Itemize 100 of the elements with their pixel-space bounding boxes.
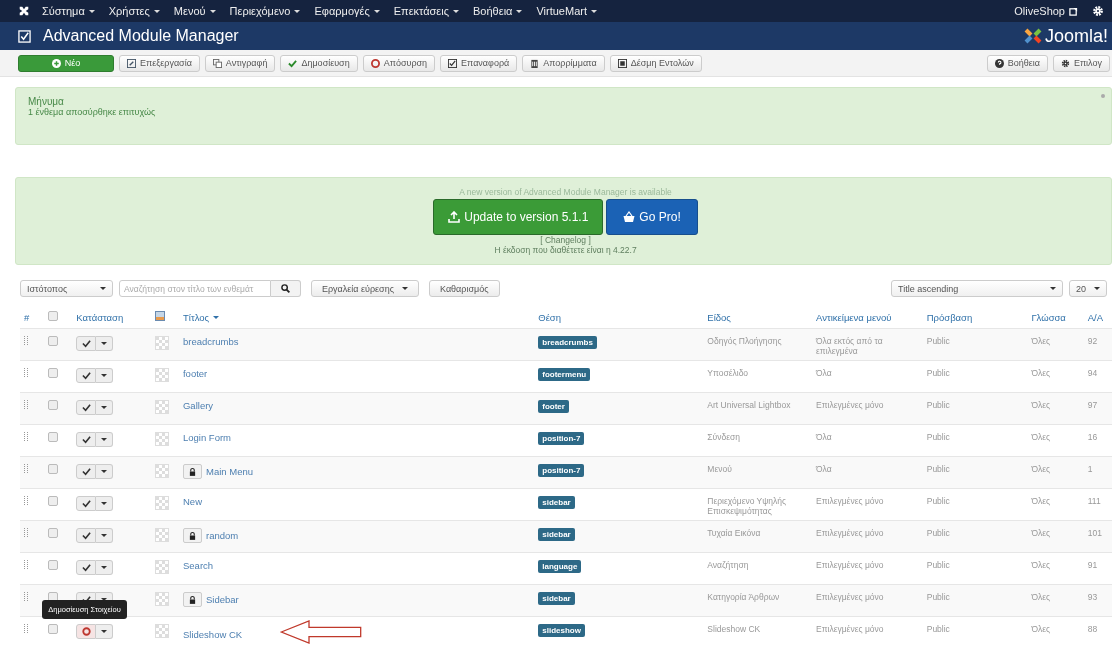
module-title-link[interactable]: Main Menu xyxy=(206,466,253,477)
menu-item[interactable]: VirtueMart xyxy=(536,5,597,17)
status-dropdown-button[interactable] xyxy=(96,528,114,543)
site-link[interactable]: OliveShop xyxy=(1014,5,1065,17)
row-checkbox[interactable] xyxy=(48,528,59,538)
status-dropdown-button[interactable] xyxy=(96,432,114,447)
status-toggle[interactable] xyxy=(76,432,97,447)
status-toggle[interactable] xyxy=(76,496,97,511)
menu-assignment: Επιλεγμένες μόνο xyxy=(816,528,884,538)
toolbar-button[interactable]: Επεξεργασία xyxy=(119,54,200,72)
status-dropdown-button[interactable] xyxy=(96,336,114,351)
module-title-link[interactable]: Gallery xyxy=(183,400,214,411)
checked-out-lock-button[interactable] xyxy=(183,592,202,607)
ordering-select[interactable]: Title ascending xyxy=(891,280,1063,297)
module-title-link[interactable]: Search xyxy=(183,560,214,571)
module-title-link[interactable]: Slideshow CK xyxy=(183,628,243,640)
status-dropdown-button[interactable] xyxy=(96,624,114,639)
drag-handle-icon[interactable] xyxy=(24,560,28,569)
drag-handle-icon[interactable] xyxy=(24,592,28,601)
row-checkbox[interactable] xyxy=(48,464,59,474)
drag-handle-icon[interactable] xyxy=(24,528,28,537)
select-all-checkbox[interactable] xyxy=(48,311,59,321)
status-dropdown-button[interactable] xyxy=(96,464,114,479)
status-toggle[interactable] xyxy=(76,400,97,415)
search-field[interactable]: Αναζήτηση στον τίτλο των ενθεμάτ xyxy=(119,280,271,297)
status-dropdown-button[interactable] xyxy=(96,368,114,383)
column-header[interactable]: Τίτλος xyxy=(183,311,220,323)
color-column-icon[interactable] xyxy=(154,311,165,321)
status-toggle[interactable] xyxy=(76,464,97,479)
menu-item[interactable]: Βοήθεια xyxy=(473,5,523,17)
status-toggle[interactable] xyxy=(76,336,97,351)
go-pro-button[interactable]: Go Pro! xyxy=(606,199,698,235)
drag-handle-icon[interactable] xyxy=(24,496,28,505)
update-button[interactable]: Update to version 5.1.1 xyxy=(433,199,604,235)
menu-item[interactable]: Εφαρμογές xyxy=(314,5,380,17)
row-checkbox[interactable] xyxy=(48,368,59,378)
column-header[interactable]: Πρόσβαση xyxy=(926,311,973,323)
search-tools-button[interactable]: Εργαλεία εύρεσης xyxy=(311,280,419,297)
checked-out-lock-button[interactable] xyxy=(183,528,202,543)
drag-handle-icon[interactable] xyxy=(24,400,28,409)
drag-handle-icon[interactable] xyxy=(24,368,28,377)
toolbar-button[interactable]: Βοήθεια xyxy=(986,54,1048,72)
status-dropdown-button[interactable] xyxy=(96,560,114,575)
column-header[interactable]: Θέση xyxy=(538,311,562,323)
changelog-link[interactable]: [ Changelog ] xyxy=(540,235,591,245)
status-dropdown-button[interactable] xyxy=(96,400,114,415)
caret-icon xyxy=(1050,287,1056,290)
column-header[interactable]: Αντικείμενα μενού xyxy=(816,311,892,323)
row-checkbox[interactable] xyxy=(48,336,59,346)
status-toggle[interactable] xyxy=(76,368,97,383)
toolbar-button[interactable]: Επαναφορά xyxy=(440,54,518,72)
toolbar-button[interactable]: Δημοσίευση xyxy=(280,54,358,72)
module-id: 94 xyxy=(1087,368,1098,378)
check-icon xyxy=(81,435,91,444)
row-checkbox[interactable] xyxy=(48,560,59,570)
drag-handle-icon[interactable] xyxy=(24,336,28,345)
toolbar-button[interactable]: Επιλογ xyxy=(1052,54,1110,72)
column-header[interactable]: Κατάσταση xyxy=(76,311,124,323)
row-checkbox[interactable] xyxy=(48,432,59,442)
settings-icon xyxy=(1060,58,1070,68)
toolbar-button[interactable]: Αντιγραφή xyxy=(204,54,276,72)
module-title-link[interactable]: breadcrumbs xyxy=(183,336,239,347)
column-header[interactable]: Α/Α xyxy=(1087,311,1104,323)
module-title-link[interactable]: random xyxy=(206,530,239,541)
status-dropdown-button[interactable] xyxy=(96,496,114,511)
row-checkbox[interactable] xyxy=(48,624,59,634)
menu-item[interactable]: Χρήστες xyxy=(108,5,160,17)
menu-item[interactable]: Περιεχόμενο xyxy=(229,5,301,17)
search-button[interactable] xyxy=(271,280,301,297)
module-title-link[interactable]: New xyxy=(183,496,202,507)
toolbar-button[interactable]: Απόσυρση xyxy=(362,54,436,72)
column-header[interactable]: # xyxy=(24,311,30,323)
column-header[interactable]: Είδος xyxy=(707,311,731,323)
clear-button[interactable]: Καθαρισμός xyxy=(429,280,500,297)
site-select[interactable]: Ιστότοπος xyxy=(20,280,113,297)
status-toggle[interactable] xyxy=(76,528,97,543)
language: Όλες xyxy=(1031,400,1051,410)
checked-out-lock-button[interactable] xyxy=(183,464,202,479)
module-title-link[interactable]: footer xyxy=(183,368,208,379)
checkbox-icon xyxy=(18,29,31,43)
drag-handle-icon[interactable] xyxy=(24,432,28,441)
settings-icon[interactable] xyxy=(1092,5,1104,17)
toolbar-button[interactable]: Απορρίμματα xyxy=(522,54,605,72)
drag-handle-icon[interactable] xyxy=(24,624,28,633)
joomla-logo-icon[interactable] xyxy=(18,5,30,17)
drag-handle-icon[interactable] xyxy=(24,464,28,473)
module-title-link[interactable]: Sidebar xyxy=(206,594,239,605)
toolbar-button[interactable]: Δέσμη Εντολών xyxy=(609,54,702,72)
row-checkbox[interactable] xyxy=(48,400,59,410)
menu-item[interactable]: Μενού xyxy=(173,5,216,17)
column-header[interactable]: Γλώσσα xyxy=(1031,311,1066,323)
status-toggle[interactable] xyxy=(76,560,97,575)
limit-select[interactable]: 20 xyxy=(1069,280,1107,297)
status-toggle[interactable] xyxy=(76,624,97,639)
row-checkbox[interactable] xyxy=(48,496,59,506)
module-type: Αναζήτηση xyxy=(707,560,749,570)
module-title-link[interactable]: Login Form xyxy=(183,432,232,443)
toolbar-button[interactable]: Νέο xyxy=(18,54,114,72)
menu-item[interactable]: Σύστημα xyxy=(42,5,95,17)
menu-item[interactable]: Επεκτάσεις xyxy=(393,5,460,17)
